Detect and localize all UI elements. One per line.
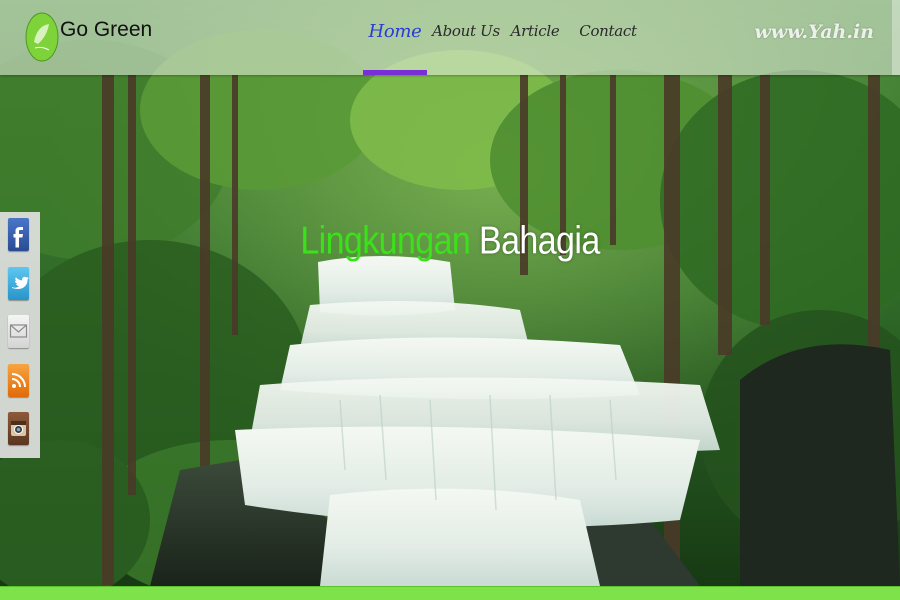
hero-background	[0, 0, 900, 586]
social-sidebar	[0, 212, 40, 458]
bottom-bar	[0, 586, 900, 600]
headline-green-word: Lingkungan	[300, 219, 471, 263]
page: Go Green Home About Us Article Contact w…	[0, 0, 900, 600]
brand-name[interactable]: Go Green	[60, 18, 152, 42]
nav-about-us[interactable]: About Us	[427, 0, 503, 75]
waterfall-forest-image	[0, 0, 900, 586]
scrollbar[interactable]	[892, 0, 900, 75]
site-header: Go Green Home About Us Article Contact w…	[0, 0, 900, 75]
email-icon[interactable]	[8, 315, 29, 348]
twitter-icon[interactable]	[8, 267, 29, 300]
hero-headline: Lingkungan Bahagia	[0, 219, 900, 264]
go-green-logo[interactable]	[25, 12, 59, 62]
headline-white-word: Bahagia	[479, 219, 600, 263]
main-nav: Home About Us Article Contact	[363, 0, 649, 75]
facebook-icon[interactable]	[8, 218, 29, 251]
site-url-watermark: www.Yah.in	[754, 21, 874, 43]
nav-contact[interactable]: Contact	[567, 0, 649, 75]
nav-home[interactable]: Home	[363, 0, 427, 75]
rss-icon[interactable]	[8, 364, 29, 397]
instagram-icon[interactable]	[8, 412, 29, 445]
nav-article[interactable]: Article	[503, 0, 567, 75]
